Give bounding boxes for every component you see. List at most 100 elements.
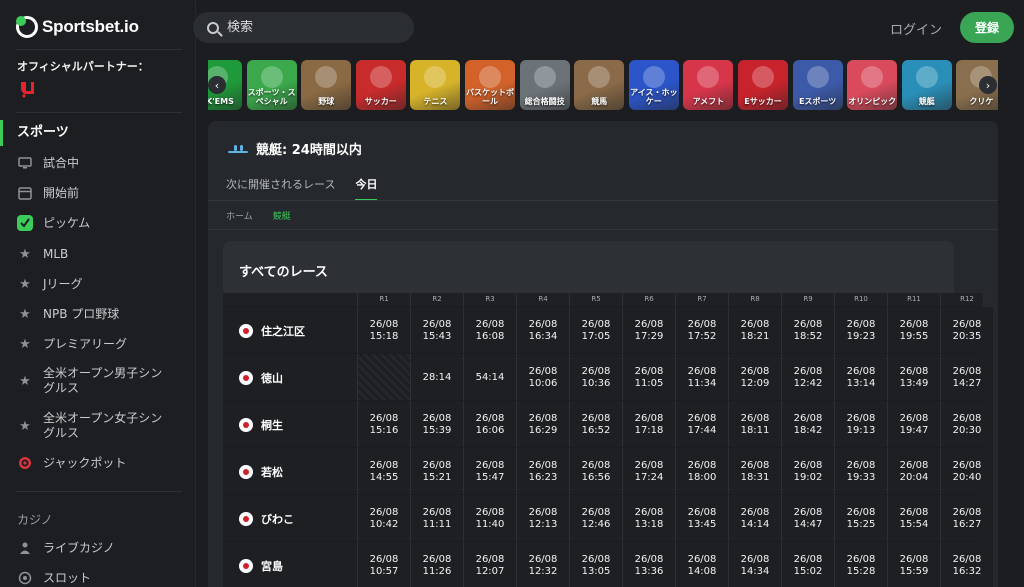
race-time-cell[interactable]: 26/08 12:07: [463, 542, 516, 587]
sidebar-item-jleague[interactable]: ★ Jリーグ: [17, 276, 187, 292]
race-time-cell[interactable]: 26/08 16:52: [569, 401, 622, 448]
race-time-cell[interactable]: 26/08 15:02: [781, 542, 834, 587]
race-time-cell[interactable]: 26/08 11:40: [463, 495, 516, 542]
race-time-cell[interactable]: 26/08 16:06: [463, 401, 516, 448]
sport-tile[interactable]: スポーツ・スペシャル: [246, 60, 297, 110]
sidebar-item-premier-league[interactable]: ★ プレミアリーグ: [17, 336, 187, 352]
sidebar-item-us-open-men[interactable]: ★ 全米オープン男子シングルス: [17, 366, 165, 396]
race-time-cell[interactable]: 26/08 14:47: [781, 495, 834, 542]
sport-tile[interactable]: アイス・ホッケー: [628, 60, 679, 110]
race-time-cell[interactable]: 28:14: [410, 354, 463, 401]
race-time-cell[interactable]: 26/08 14:08: [675, 542, 728, 587]
race-time-cell[interactable]: 26/08 15:59: [887, 542, 940, 587]
race-time-cell[interactable]: 54:14: [463, 354, 516, 401]
sidebar-casino-heading[interactable]: カジノ: [17, 511, 53, 528]
race-time-cell[interactable]: 26/08 16:32: [940, 542, 993, 587]
race-time-cell[interactable]: 26/08 15:39: [410, 401, 463, 448]
race-time-cell[interactable]: 26/08 13:36: [622, 542, 675, 587]
race-time-cell[interactable]: 26/08 20:30: [940, 401, 993, 448]
tab-today[interactable]: 今日: [355, 176, 378, 201]
race-time-cell[interactable]: 26/08 19:55: [887, 307, 940, 354]
sport-tile[interactable]: サッカー: [355, 60, 406, 110]
sport-tile[interactable]: 野球: [301, 60, 352, 110]
race-time-cell[interactable]: 26/08 10:57: [357, 542, 410, 587]
sport-tile[interactable]: アメフト: [683, 60, 734, 110]
race-time-cell[interactable]: 26/08 17:24: [622, 448, 675, 495]
race-time-cell[interactable]: 26/08 17:29: [622, 307, 675, 354]
race-time-cell[interactable]: 26/08 12:42: [781, 354, 834, 401]
race-time-cell[interactable]: 26/08 12:32: [516, 542, 569, 587]
race-time-cell[interactable]: 26/08 10:06: [516, 354, 569, 401]
sidebar-sports-heading[interactable]: スポーツ: [0, 120, 196, 146]
sidebar-item-upcoming[interactable]: 開始前: [17, 185, 187, 201]
sport-tile[interactable]: 競艇: [901, 60, 952, 110]
race-time-cell[interactable]: 26/08 18:21: [728, 307, 781, 354]
race-time-cell[interactable]: 26/08 14:14: [728, 495, 781, 542]
race-time-cell[interactable]: 26/08 15:18: [357, 307, 410, 354]
race-time-cell[interactable]: 26/08 16:56: [569, 448, 622, 495]
venue-cell[interactable]: 徳山: [223, 354, 357, 401]
race-time-cell[interactable]: 26/08 12:46: [569, 495, 622, 542]
venue-cell[interactable]: 宮島: [223, 542, 357, 587]
brand-logo[interactable]: Sportsbet.io: [16, 16, 139, 38]
race-time-cell[interactable]: 26/08 19:02: [781, 448, 834, 495]
race-time-cell[interactable]: 26/08 20:35: [940, 307, 993, 354]
sidebar-item-jackpot[interactable]: ジャックポット: [17, 455, 187, 471]
sidebar-item-pickem[interactable]: ピッケム: [17, 215, 187, 231]
race-time-cell[interactable]: 26/08 13:45: [675, 495, 728, 542]
race-time-cell[interactable]: 26/08 12:13: [516, 495, 569, 542]
race-time-cell[interactable]: 26/08 15:21: [410, 448, 463, 495]
race-time-cell[interactable]: 26/08 18:42: [781, 401, 834, 448]
sport-tile[interactable]: バスケットボール: [465, 60, 515, 110]
venue-cell[interactable]: 若松: [223, 448, 357, 495]
sport-tile[interactable]: Eサッカー: [738, 60, 788, 110]
race-time-cell[interactable]: 26/08 15:25: [834, 495, 887, 542]
sidebar-item-slots[interactable]: スロット: [17, 570, 187, 586]
search-bar[interactable]: [193, 12, 414, 43]
register-button[interactable]: 登録: [960, 12, 1014, 43]
sidebar-item-live-casino[interactable]: ライブカジノ: [17, 540, 187, 556]
race-time-cell[interactable]: 26/08 13:49: [887, 354, 940, 401]
sport-tile[interactable]: 競馬: [574, 60, 625, 110]
race-time-cell[interactable]: 26/08 12:09: [728, 354, 781, 401]
race-time-cell[interactable]: 26/08 19:13: [834, 401, 887, 448]
race-time-cell[interactable]: 26/08 18:52: [781, 307, 834, 354]
race-time-cell[interactable]: 26/08 17:05: [569, 307, 622, 354]
venue-cell[interactable]: びわこ: [223, 495, 357, 542]
race-time-cell[interactable]: 26/08 19:33: [834, 448, 887, 495]
race-time-cell[interactable]: 26/08 19:47: [887, 401, 940, 448]
race-time-cell[interactable]: 26/08 16:27: [940, 495, 993, 542]
strip-prev-button[interactable]: ‹: [208, 76, 226, 94]
race-time-cell[interactable]: 26/08 11:05: [622, 354, 675, 401]
sidebar-item-live[interactable]: 試合中: [17, 155, 187, 171]
login-button[interactable]: ログイン: [890, 19, 942, 38]
sidebar-item-mlb[interactable]: ★ MLB: [17, 246, 187, 262]
race-time-cell[interactable]: 26/08 16:08: [463, 307, 516, 354]
strip-next-button[interactable]: ›: [979, 76, 997, 94]
race-time-cell[interactable]: 26/08 14:34: [728, 542, 781, 587]
race-time-cell[interactable]: 26/08 16:23: [516, 448, 569, 495]
breadcrumb-current[interactable]: 競艇: [273, 209, 291, 222]
race-time-cell[interactable]: 26/08 15:54: [887, 495, 940, 542]
race-time-cell[interactable]: 26/08 17:44: [675, 401, 728, 448]
race-time-cell[interactable]: 26/08 10:42: [357, 495, 410, 542]
race-time-cell[interactable]: 26/08 14:27: [940, 354, 993, 401]
race-time-cell[interactable]: 26/08 16:34: [516, 307, 569, 354]
race-time-cell[interactable]: 26/08 18:00: [675, 448, 728, 495]
race-time-cell[interactable]: 26/08 15:43: [410, 307, 463, 354]
venue-cell[interactable]: 桐生: [223, 401, 357, 448]
race-time-cell[interactable]: 26/08 15:16: [357, 401, 410, 448]
race-time-cell[interactable]: 26/08 17:52: [675, 307, 728, 354]
race-time-cell[interactable]: 26/08 14:55: [357, 448, 410, 495]
race-time-cell[interactable]: 26/08 20:04: [887, 448, 940, 495]
race-time-cell[interactable]: 26/08 11:34: [675, 354, 728, 401]
tab-next-races[interactable]: 次に開催されるレース: [226, 176, 335, 201]
race-time-cell[interactable]: 26/08 20:40: [940, 448, 993, 495]
sport-tile[interactable]: Eスポーツ: [792, 60, 843, 110]
race-time-cell[interactable]: 26/08 11:11: [410, 495, 463, 542]
race-time-cell[interactable]: 26/08 19:23: [834, 307, 887, 354]
race-time-cell[interactable]: 26/08 13:05: [569, 542, 622, 587]
venue-cell[interactable]: 住之江区: [223, 307, 357, 354]
race-time-cell[interactable]: 26/08 11:26: [410, 542, 463, 587]
race-time-cell[interactable]: 26/08 13:14: [834, 354, 887, 401]
